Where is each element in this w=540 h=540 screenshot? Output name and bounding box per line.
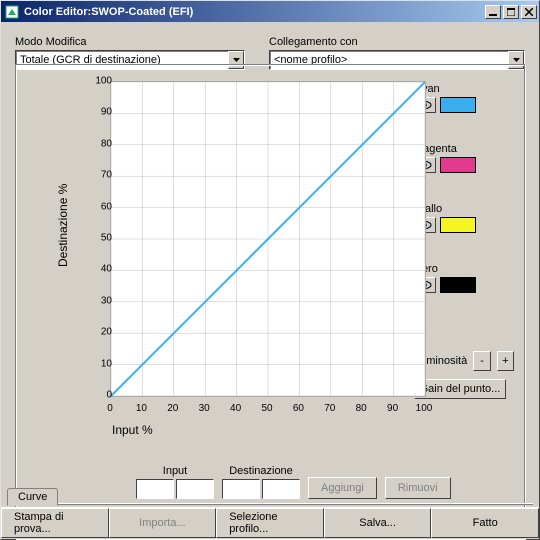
y-tick: 30 [82, 295, 112, 306]
content: Modo Modifica Totale (GCR di destinazion… [1, 22, 539, 539]
add-button[interactable]: Aggiungi [308, 477, 377, 499]
maximize-button[interactable] [503, 5, 519, 19]
dest-field-1[interactable] [222, 479, 260, 499]
save-button[interactable]: Salva... [324, 508, 432, 538]
y-tick: 100 [82, 76, 112, 87]
dest-field-2[interactable] [262, 479, 300, 499]
tab-bar: Curve [7, 487, 58, 505]
x-tick: 40 [224, 403, 248, 414]
y-tick: 40 [82, 264, 112, 275]
y-tick: 50 [82, 233, 112, 244]
dest-label: Destinazione [229, 465, 293, 477]
remove-button[interactable]: Rimuovi [385, 477, 451, 499]
titlebar: Color Editor:SWOP-Coated (EFI) [1, 1, 539, 22]
x-tick: 90 [381, 403, 405, 414]
dest-field-group: Destinazione [222, 465, 300, 499]
x-tick: 60 [286, 403, 310, 414]
x-tick: 50 [255, 403, 279, 414]
chart-area: 0 10 20 30 40 50 60 70 80 90 100 0 10 20 30 40 50 60 70 80… [26, 77, 414, 524]
modo-label: Modo Modifica [15, 36, 245, 48]
channel-label: Cyan [414, 83, 514, 95]
x-tick: 80 [349, 403, 373, 414]
import-button[interactable]: Importa... [109, 508, 217, 538]
x-tick: 0 [98, 403, 122, 414]
done-button[interactable]: Fatto [431, 508, 539, 538]
tab-divider [7, 503, 533, 505]
channel-label: Nero [414, 263, 514, 275]
channel-label: Magenta [414, 143, 514, 155]
y-tick: 10 [82, 358, 112, 369]
input-field-2[interactable] [176, 479, 214, 499]
color-swatch[interactable] [440, 277, 476, 293]
color-swatch[interactable] [440, 157, 476, 173]
minimize-button[interactable] [485, 5, 501, 19]
y-tick: 0 [82, 390, 112, 401]
x-tick: 100 [412, 403, 436, 414]
x-tick: 30 [192, 403, 216, 414]
channel-magenta: Magenta [414, 143, 514, 173]
y-tick: 20 [82, 327, 112, 338]
curve-chart[interactable] [110, 81, 426, 397]
color-swatch[interactable] [440, 97, 476, 113]
gain-button[interactable]: Gain del punto... [414, 379, 506, 399]
x-tick: 70 [318, 403, 342, 414]
proof-button[interactable]: Stampa di prova... [1, 508, 109, 538]
y-tick: 60 [82, 201, 112, 212]
footer: Stampa di prova... Importa... Selezione … [1, 507, 539, 539]
x-axis-label: Input % [112, 423, 153, 437]
close-button[interactable] [521, 5, 537, 19]
y-tick: 90 [82, 107, 112, 118]
input-field-1[interactable] [136, 479, 174, 499]
channel-nero: Nero [414, 263, 514, 293]
x-tick: 20 [161, 403, 185, 414]
window: Color Editor:SWOP-Coated (EFI) Modo Modi… [0, 0, 540, 540]
select-profile-button[interactable]: Selezione profilo... [216, 508, 324, 538]
x-tick: 10 [129, 403, 153, 414]
tab-curve[interactable]: Curve [7, 488, 58, 506]
y-tick: 80 [82, 138, 112, 149]
channel-cyan: Cyan [414, 83, 514, 113]
lum-plus-button[interactable]: + [497, 351, 514, 371]
luminosity-row: Luminosità - + [414, 351, 514, 371]
point-edit-row: Input Destinazione Aggiungi [136, 465, 451, 499]
lum-minus-button[interactable]: - [473, 351, 490, 371]
colleg-label: Collegamento con [269, 36, 525, 48]
color-swatch[interactable] [440, 217, 476, 233]
app-icon [4, 4, 20, 20]
y-tick: 70 [82, 170, 112, 181]
channel-label: Giallo [414, 203, 514, 215]
input-label: Input [163, 465, 187, 477]
channel-panel: Cyan Magenta Giallo Nero [414, 77, 514, 524]
input-field-group: Input [136, 465, 214, 499]
y-axis-label: Destinazione % [56, 184, 70, 267]
window-title: Color Editor:SWOP-Coated (EFI) [24, 6, 483, 18]
channel-giallo: Giallo [414, 203, 514, 233]
curve-groupbox: 0 10 20 30 40 50 60 70 80 90 100 0 10 20 30 40 50 60 70 80… [15, 64, 525, 539]
